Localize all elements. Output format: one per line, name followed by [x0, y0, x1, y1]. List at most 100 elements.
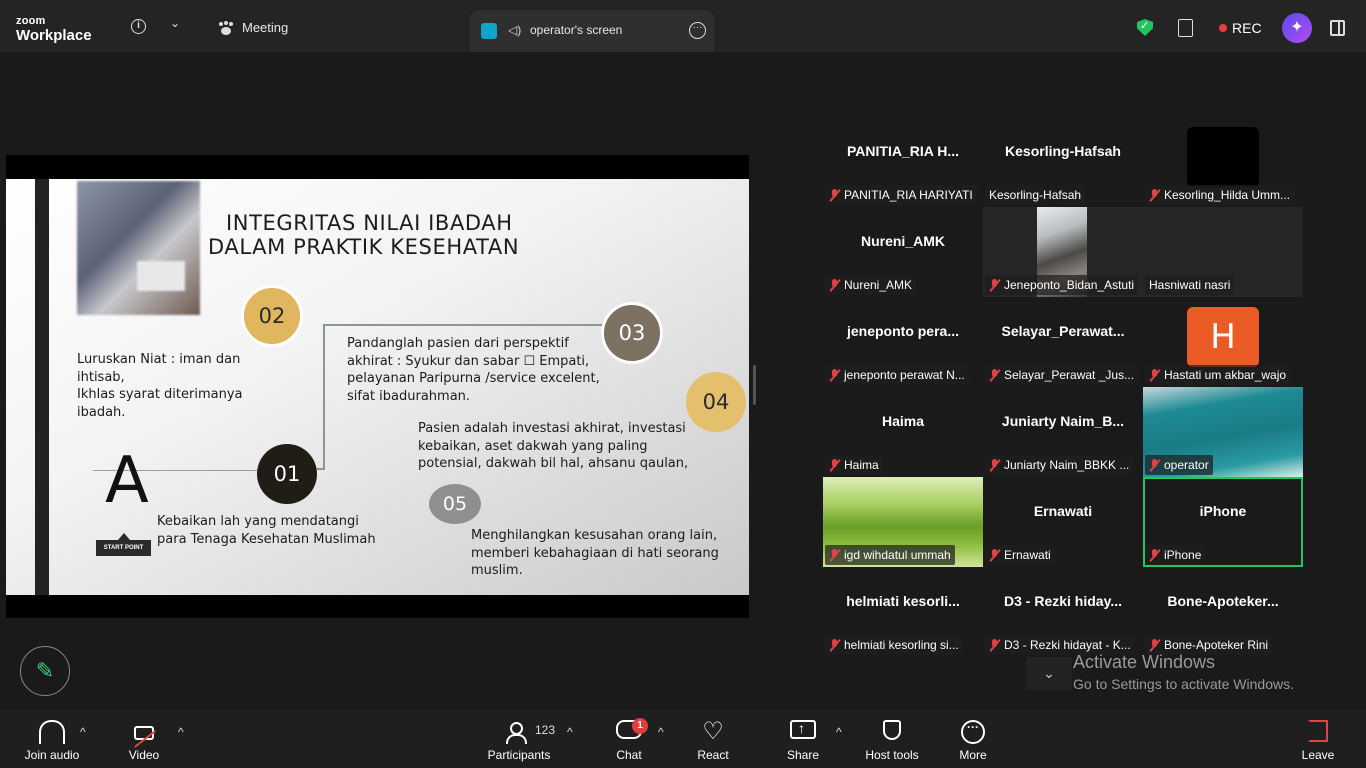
encryption-shield-icon[interactable]	[1137, 19, 1153, 36]
participant-tile[interactable]: Haima Haima	[823, 387, 983, 477]
tab-meeting-label: Meeting	[242, 20, 289, 35]
participant-label-text: operator	[1164, 458, 1209, 472]
participant-label: PANITIA_RIA HARIYATI	[825, 185, 977, 205]
participant-name: Haima	[881, 413, 925, 429]
video-options-chevron-icon[interactable]: ^	[178, 725, 184, 739]
mic-muted-icon	[829, 368, 841, 382]
participant-label: helmiati kesorling si...	[825, 635, 963, 655]
participant-tile[interactable]: D3 - Rezki hiday... D3 - Rezki hidayat -…	[983, 567, 1143, 657]
more-options-icon[interactable]: ···	[689, 22, 706, 39]
participant-name: Ernawati	[1033, 503, 1093, 519]
participant-tile[interactable]: PANITIA_RIA H... PANITIA_RIA HARIYATI	[823, 117, 983, 207]
participants-count: 123	[535, 723, 556, 737]
participant-tile[interactable]: Selayar_Perawat... Selayar_Perawat _Jus.…	[983, 297, 1143, 387]
participant-tile-active-speaker[interactable]: iPhone iPhone	[1143, 477, 1303, 567]
participant-name: Juniarty Naim_B...	[1001, 413, 1125, 429]
participant-tile[interactable]: Ernawati Ernawati	[983, 477, 1143, 567]
participant-tile[interactable]: Nureni_AMK Nureni_AMK	[823, 207, 983, 297]
recording-indicator[interactable]: REC	[1219, 20, 1262, 36]
mic-muted-icon	[989, 368, 1001, 382]
more-button[interactable]: ··· More	[950, 710, 996, 768]
slide-side-bar	[35, 179, 49, 595]
participant-label: operator	[1145, 455, 1213, 475]
audio-options-chevron-icon[interactable]: ^	[80, 725, 86, 739]
participant-tile[interactable]: Juniarty Naim_B... Juniarty Naim_BBKK ..…	[983, 387, 1143, 477]
step-03-text: Pandanglah pasien dari perspektif akhira…	[347, 336, 600, 404]
chevron-down-icon[interactable]: ⌄	[170, 16, 180, 30]
participant-name: jeneponto pera...	[846, 323, 959, 339]
react-label: React	[697, 748, 729, 762]
speaker-icon[interactable]: ◁)	[508, 23, 521, 37]
windows-activation-watermark: Activate Windows Go to Settings to activ…	[1073, 652, 1294, 692]
step-circle-02: 02	[241, 285, 303, 347]
mic-muted-icon	[989, 278, 1001, 292]
notes-icon[interactable]	[1178, 19, 1193, 37]
annotate-pencil-icon[interactable]: ✎	[20, 646, 70, 696]
chat-button[interactable]: Chat	[606, 710, 652, 768]
top-bar: zoom Workplace i ⌄ Meeting ◁) operator's…	[0, 0, 1366, 52]
step-02-text: Luruskan Niat : iman dan ihtisab, Ikhlas…	[77, 352, 243, 420]
participant-tile[interactable]: operator	[1143, 387, 1303, 477]
participant-label-text: helmiati kesorling si...	[844, 638, 959, 652]
participant-label: jeneponto perawat N...	[825, 365, 969, 385]
tab-shared-screen[interactable]: ◁) operator's screen ···	[470, 10, 714, 52]
participants-icon	[505, 720, 531, 744]
participant-label: Juniarty Naim_BBKK ...	[985, 455, 1134, 475]
start-point-label: START POINT	[96, 533, 151, 556]
watermark-line-1: Activate Windows	[1073, 652, 1216, 672]
participant-tile[interactable]: Bone-Apoteker... Bone-Apoteker Rini	[1143, 567, 1303, 657]
step-circle-05: 05	[429, 484, 481, 524]
participant-tile[interactable]: jeneponto pera... jeneponto perawat N...	[823, 297, 983, 387]
participant-label-text: igd wihdatul ummah	[844, 548, 951, 562]
participant-video	[1187, 127, 1259, 187]
join-audio-button[interactable]: Join audio	[16, 710, 88, 768]
tab-meeting[interactable]: Meeting	[218, 20, 288, 35]
mic-muted-icon	[829, 458, 841, 472]
participant-label-text: D3 - Rezki hidayat - K...	[1004, 638, 1131, 652]
tab-shared-screen-label: operator's screen	[530, 23, 623, 37]
participant-tile[interactable]: Kesorling-Hafsah Kesorling-Hafsah	[983, 117, 1143, 207]
participant-label-text: iPhone	[1164, 548, 1202, 562]
participant-label-text: Bone-Apoteker Rini	[1164, 638, 1269, 652]
panel-resize-handle[interactable]	[753, 365, 756, 405]
layout-view-icon[interactable]	[1330, 20, 1345, 36]
share-app-icon	[481, 23, 497, 39]
participant-tile[interactable]: igd wihdatul ummah	[823, 477, 983, 567]
gallery-collapse-chevron-icon[interactable]: ⌄	[1026, 657, 1072, 690]
participant-tile[interactable]: helmiati kesorli... helmiati kesorling s…	[823, 567, 983, 657]
participant-name: iPhone	[1199, 503, 1247, 519]
participant-label-text: jeneponto perawat N...	[844, 368, 965, 382]
info-icon[interactable]: i	[131, 19, 146, 34]
participant-tile[interactable]: H Hastati um akbar_wajo	[1143, 297, 1303, 387]
leave-door-icon	[1308, 720, 1328, 742]
participant-label-text: Nureni_AMK	[844, 278, 913, 292]
participant-tile[interactable]: Kesorling_Hilda Umm...	[1143, 117, 1303, 207]
participant-label-text: Hastati um akbar_wajo	[1164, 368, 1287, 382]
slide-title: INTEGRITAS NILAI IBADAH DALAM PRAKTIK KE…	[208, 211, 519, 259]
more-dots-icon: ···	[961, 720, 985, 744]
react-button[interactable]: ♡ React	[690, 710, 736, 768]
leave-button[interactable]: Leave	[1296, 710, 1340, 768]
share-options-chevron-icon[interactable]: ^	[836, 725, 842, 739]
join-audio-label: Join audio	[24, 748, 80, 762]
zoom-window: zoom Workplace i ⌄ Meeting ◁) operator's…	[0, 0, 1366, 768]
mic-muted-icon	[989, 458, 1001, 472]
host-tools-button[interactable]: Host tools	[862, 710, 922, 768]
participant-label-text: Kesorling_Hilda Umm...	[1164, 188, 1291, 202]
share-button[interactable]: Share	[780, 710, 826, 768]
mic-muted-icon	[989, 548, 1001, 562]
participant-tile[interactable]: Hasniwati nasri	[1143, 207, 1303, 297]
chat-options-chevron-icon[interactable]: ^	[658, 725, 664, 739]
logo-text-workplace: Workplace	[16, 27, 92, 44]
participants-options-chevron-icon[interactable]: ^	[567, 725, 573, 739]
participants-button[interactable]: Participants	[482, 710, 556, 768]
participant-label: Selayar_Perawat _Jus...	[985, 365, 1139, 385]
participant-tile[interactable]: Jeneponto_Bidan_Astuti	[983, 207, 1143, 297]
mic-muted-icon	[829, 278, 841, 292]
chat-label: Chat	[616, 748, 642, 762]
share-screen-icon	[790, 720, 816, 739]
participant-label: Nureni_AMK	[825, 275, 917, 295]
participant-name: Kesorling-Hafsah	[1005, 143, 1121, 159]
ai-companion-sparkle-icon[interactable]: ✦	[1282, 13, 1312, 43]
connector-line	[317, 468, 325, 470]
